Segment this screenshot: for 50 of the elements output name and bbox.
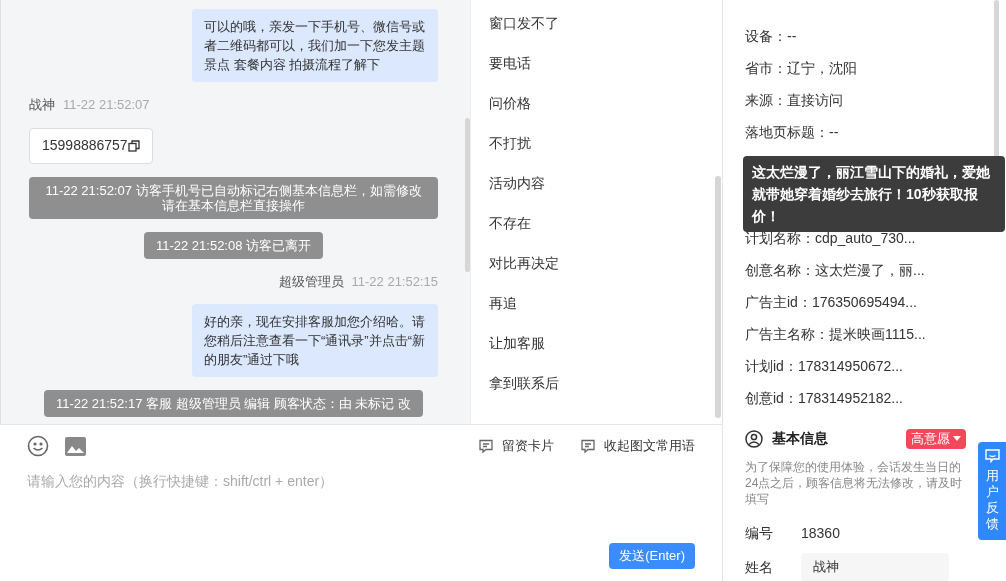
- comment-icon: [984, 449, 1000, 463]
- composer-action[interactable]: 留资卡片: [478, 436, 554, 456]
- system-notice: 11-22 21:52:08 访客已离开: [143, 231, 324, 259]
- message-time: 11-22 21:52:07: [63, 96, 150, 114]
- notice-text: 为了保障您的使用体验，会话发生当日的24点之后，顾客信息将无法修改，请及时填写: [745, 459, 964, 507]
- info-field: 广告主名称：提米映画1115...: [745, 318, 966, 350]
- tooltip: 这太烂漫了，丽江雪山下的婚礼，爱她就带她穿着婚纱去旅行！10秒获取报价！: [743, 156, 1005, 232]
- quick-reply-item[interactable]: 问价格: [489, 88, 722, 128]
- field-label: 编号: [745, 523, 774, 543]
- info-field: 创意名称：这太烂漫了，丽...: [745, 254, 966, 286]
- name-input[interactable]: 战神: [801, 553, 949, 581]
- message-bubble: 好的亲，现在安排客服加您介绍哈。请您稍后注意查看一下“通讯录”并点击“新的朋友”通过下哦: [192, 304, 438, 377]
- system-notice: 11-22 21:52:07 访客手机号已自动标记右侧基本信息栏，如需修改请在基本信息栏直接操作: [29, 176, 438, 219]
- scrollbar[interactable]: [465, 118, 470, 272]
- message-bubble: 可以的哦，亲发一下手机号、微信号或者二维码都可以，我们加一下您发主题景点 套餐内容 拍摄流程了解下: [192, 9, 438, 82]
- emoji-icon[interactable]: [27, 435, 49, 457]
- comment-icon: [478, 438, 494, 454]
- quick-reply-item[interactable]: 要电话: [489, 48, 722, 88]
- image-icon[interactable]: [65, 436, 86, 456]
- quick-reply-item[interactable]: 对比再决定: [489, 248, 722, 288]
- quick-reply-item[interactable]: 再追: [489, 288, 722, 328]
- info-field: 广告主id：176350695494...: [745, 286, 966, 318]
- section-title: 基本信息: [772, 429, 828, 448]
- info-field: 计划id：178314950672...: [745, 350, 966, 382]
- info-field: 创意id：178314952182...: [745, 382, 966, 414]
- field-label: 姓名: [745, 557, 774, 577]
- system-notice: 11-22 21:52:17 客服 超级管理员 编辑 顾客状态：由 未标记 改: [43, 390, 424, 417]
- quick-reply-item[interactable]: 让加客服: [489, 328, 722, 368]
- comment-icon: [580, 438, 596, 454]
- copy-icon[interactable]: [127, 139, 140, 152]
- composer-action[interactable]: 收起图文常用语: [580, 436, 695, 456]
- quick-reply-item[interactable]: 不打扰: [489, 128, 722, 168]
- quick-reply-item[interactable]: 不存在: [489, 208, 722, 248]
- quick-reply-item[interactable]: 窗口发不了: [489, 8, 722, 48]
- message-input[interactable]: 请输入您的内容（换行快捷键：shift/ctrl + enter）: [27, 471, 695, 543]
- field-value: 18360: [801, 523, 840, 543]
- caret-icon: [953, 436, 961, 441]
- sender-name: 战神: [29, 96, 55, 114]
- sender-name: 超级管理员: [278, 272, 344, 291]
- quick-reply-item[interactable]: 拿到联系后: [489, 368, 722, 408]
- phone-number: 15998886757: [42, 136, 128, 155]
- info-field: 来源：直接访问: [745, 84, 966, 116]
- info-field: 省市：辽宁，沈阳: [745, 52, 966, 84]
- info-field: 设备：--: [745, 20, 966, 52]
- quick-reply-item[interactable]: 活动内容: [489, 168, 722, 208]
- scrollbar[interactable]: [715, 176, 721, 418]
- intent-tag[interactable]: 高意愿: [906, 428, 966, 449]
- info-field: 落地页标题：--: [745, 116, 966, 148]
- user-icon: [745, 429, 763, 448]
- message-time: 11-22 21:52:15: [351, 272, 438, 291]
